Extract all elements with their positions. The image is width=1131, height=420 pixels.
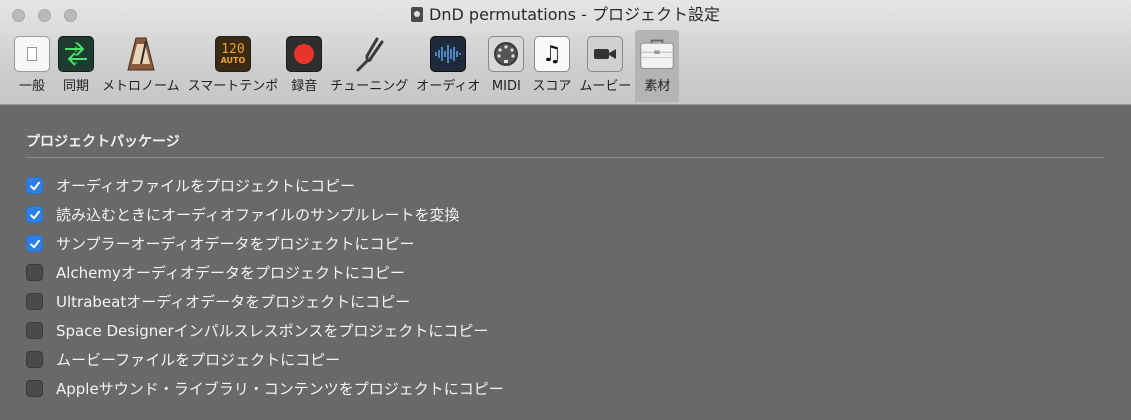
record-icon (286, 36, 323, 72)
tab-recording-label: 録音 (291, 79, 318, 94)
smart-tempo-number: 120 (221, 41, 245, 57)
tab-score[interactable]: ♫ スコア (528, 30, 575, 102)
logic-document-icon (411, 7, 424, 22)
tab-general-label: 一般 (18, 79, 45, 94)
tab-smart-tempo[interactable]: 120 AUTO スマートテンポ (184, 30, 283, 102)
option-copy-audio-files[interactable]: オーディオファイルをプロジェクトにコピー (26, 171, 504, 200)
tab-movie-label: ムービー (579, 79, 632, 94)
option-label: サンプラーオーディオデータをプロジェクトにコピー (56, 235, 415, 253)
checkbox[interactable] (26, 206, 43, 223)
section-divider (26, 157, 1104, 158)
checkbox[interactable] (26, 351, 43, 368)
briefcase-icon (639, 36, 675, 72)
smart-tempo-mode: AUTO (220, 55, 246, 65)
option-label: Appleサウンド・ライブラリ・コンテンツをプロジェクトにコピー (56, 380, 504, 398)
midi-port-icon (488, 36, 525, 72)
checkbox[interactable] (26, 322, 43, 339)
smart-tempo-icon: 120 AUTO (214, 36, 251, 72)
option-copy-sampler-audio[interactable]: サンプラーオーディオデータをプロジェクトにコピー (26, 229, 504, 258)
option-copy-alchemy-audio[interactable]: Alchemyオーディオデータをプロジェクトにコピー (26, 258, 504, 287)
audio-waveform-icon (430, 36, 467, 72)
window-title-bar-text: DnD permutations - プロジェクト設定 (0, 4, 1131, 26)
tab-audio-label: オーディオ (416, 79, 481, 94)
assets-settings-panel: プロジェクトパッケージ オーディオファイルをプロジェクトにコピー 読み込むときに… (0, 105, 1131, 420)
checkbox[interactable] (26, 235, 43, 252)
tab-assets-label: 素材 (644, 79, 671, 94)
project-package-options: オーディオファイルをプロジェクトにコピー 読み込むときにオーディオファイルのサン… (26, 171, 504, 403)
tuning-fork-icon (351, 36, 387, 72)
tab-sync-label: 同期 (62, 79, 89, 94)
tab-general[interactable]: 一般 (10, 30, 54, 102)
checkbox[interactable] (26, 293, 43, 310)
tab-sync[interactable]: 同期 (54, 30, 98, 102)
sync-arrows-icon (58, 36, 94, 72)
tab-tuning[interactable]: チューニング (326, 30, 412, 102)
settings-toolbar: 一般 同期 メトロノーム 120 AUTO スマートテンポ 録音 チューニング … (10, 30, 680, 104)
option-label: オーディオファイルをプロジェクトにコピー (56, 177, 355, 195)
tab-tuning-label: チューニング (330, 79, 409, 94)
tab-recording[interactable]: 録音 (282, 30, 326, 102)
tab-score-label: スコア (532, 79, 572, 94)
option-label: Alchemyオーディオデータをプロジェクトにコピー (56, 264, 405, 282)
tab-movie[interactable]: ムービー (575, 30, 635, 102)
option-label: Ultrabeatオーディオデータをプロジェクトにコピー (56, 293, 411, 311)
checkbox[interactable] (26, 380, 43, 397)
option-convert-sample-rate[interactable]: 読み込むときにオーディオファイルのサンプルレートを変換 (26, 200, 504, 229)
tab-metronome-label: メトロノーム (102, 79, 180, 94)
score-note-icon: ♫ (533, 36, 570, 72)
option-copy-ultrabeat-audio[interactable]: Ultrabeatオーディオデータをプロジェクトにコピー (26, 287, 504, 316)
option-copy-apple-sound-library[interactable]: Appleサウンド・ライブラリ・コンテンツをプロジェクトにコピー (26, 374, 504, 403)
tab-assets[interactable]: 素材 (635, 30, 680, 102)
option-label: 読み込むときにオーディオファイルのサンプルレートを変換 (56, 206, 460, 224)
tab-midi-label: MIDI (491, 79, 521, 94)
title-bar: DnD permutations - プロジェクト設定 一般 同期 メトロノーム… (0, 0, 1131, 105)
tab-metronome[interactable]: メトロノーム (98, 30, 184, 102)
movie-camera-icon (587, 36, 624, 72)
tab-midi[interactable]: MIDI (484, 30, 528, 102)
window-title: DnD permutations - プロジェクト設定 (429, 5, 720, 24)
option-label: Space Designerインパルスレスポンスをプロジェクトにコピー (56, 322, 489, 340)
section-title: プロジェクトパッケージ (26, 134, 180, 150)
project-settings-window: DnD permutations - プロジェクト設定 一般 同期 メトロノーム… (0, 0, 1131, 420)
option-copy-movie-files[interactable]: ムービーファイルをプロジェクトにコピー (26, 345, 504, 374)
tab-smart-tempo-label: スマートテンポ (187, 79, 279, 94)
metronome-icon (123, 36, 159, 72)
checkbox[interactable] (26, 177, 43, 194)
general-switch-icon (14, 36, 50, 72)
option-label: ムービーファイルをプロジェクトにコピー (56, 351, 341, 369)
checkbox[interactable] (26, 264, 43, 281)
tab-audio[interactable]: オーディオ (412, 30, 484, 102)
option-copy-space-designer-ir[interactable]: Space Designerインパルスレスポンスをプロジェクトにコピー (26, 316, 504, 345)
